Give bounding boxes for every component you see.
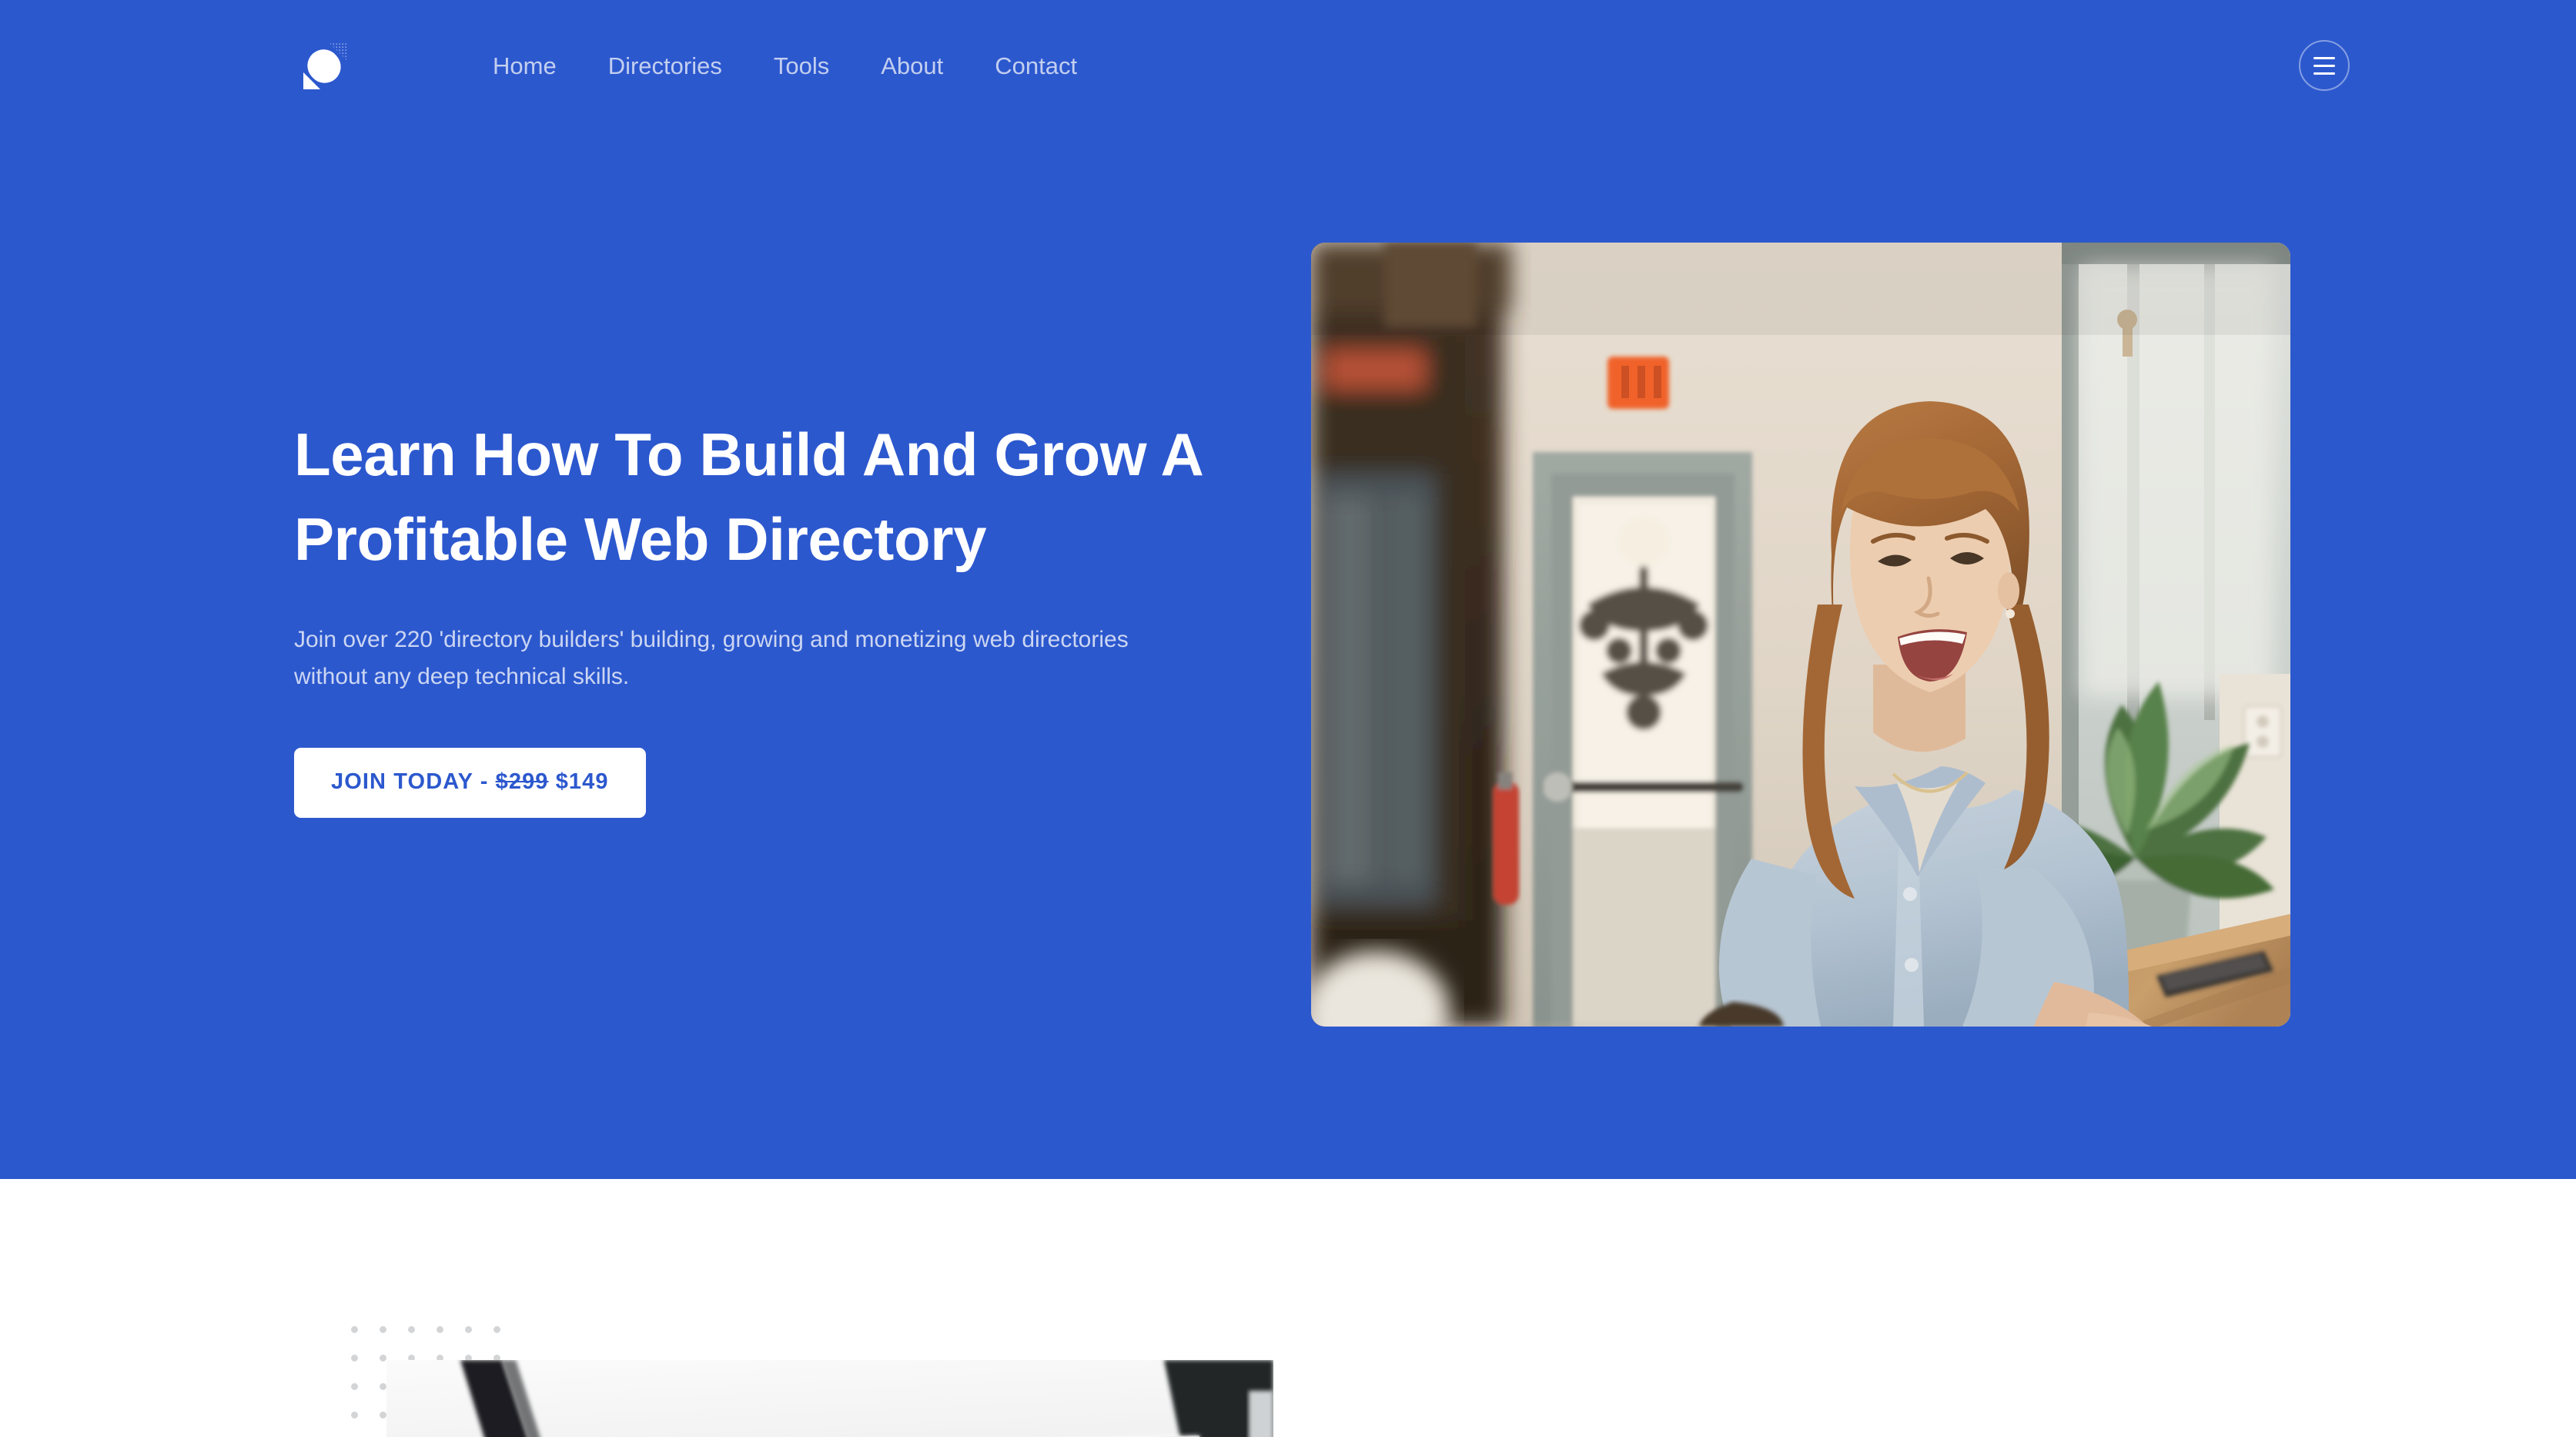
nav-link-directories[interactable]: Directories bbox=[608, 51, 722, 82]
cta-old-price: $299 bbox=[495, 769, 549, 794]
nav-link-about[interactable]: About bbox=[881, 51, 943, 82]
hero-photo bbox=[1311, 243, 2290, 1027]
hero-section: Home Directories Tools About Contact Lea… bbox=[0, 0, 2576, 1179]
hamburger-line bbox=[2313, 72, 2335, 75]
hamburger-menu-icon[interactable] bbox=[2299, 40, 2350, 91]
cta-prefix: JOIN TODAY - bbox=[331, 769, 496, 794]
cta-new-price: $149 bbox=[548, 769, 609, 794]
stylized-s-logo[interactable] bbox=[299, 40, 350, 92]
join-today-button[interactable]: JOIN TODAY - $299 $149 bbox=[294, 748, 646, 818]
lower-photo bbox=[386, 1360, 1273, 1437]
nav-links: Home Directories Tools About Contact bbox=[493, 51, 1077, 82]
hero-subtitle: Join over 220 'directory builders' build… bbox=[294, 627, 1129, 689]
nav-link-tools[interactable]: Tools bbox=[774, 51, 829, 82]
nav-link-home[interactable]: Home bbox=[493, 51, 557, 82]
nav-link-contact[interactable]: Contact bbox=[995, 51, 1077, 82]
hero-copy: Learn How To Build And Grow A Profitable… bbox=[294, 412, 1295, 818]
hamburger-line bbox=[2313, 56, 2335, 59]
page-title: Learn How To Build And Grow A Profitable… bbox=[294, 420, 1202, 573]
lower-photo-illustration bbox=[386, 1360, 1273, 1437]
hero-photo-illustration bbox=[1311, 243, 2290, 1027]
hamburger-line bbox=[2313, 64, 2335, 67]
stylized-s-logo-icon bbox=[303, 43, 346, 89]
top-navigation-bar: Home Directories Tools About Contact bbox=[0, 0, 2576, 139]
